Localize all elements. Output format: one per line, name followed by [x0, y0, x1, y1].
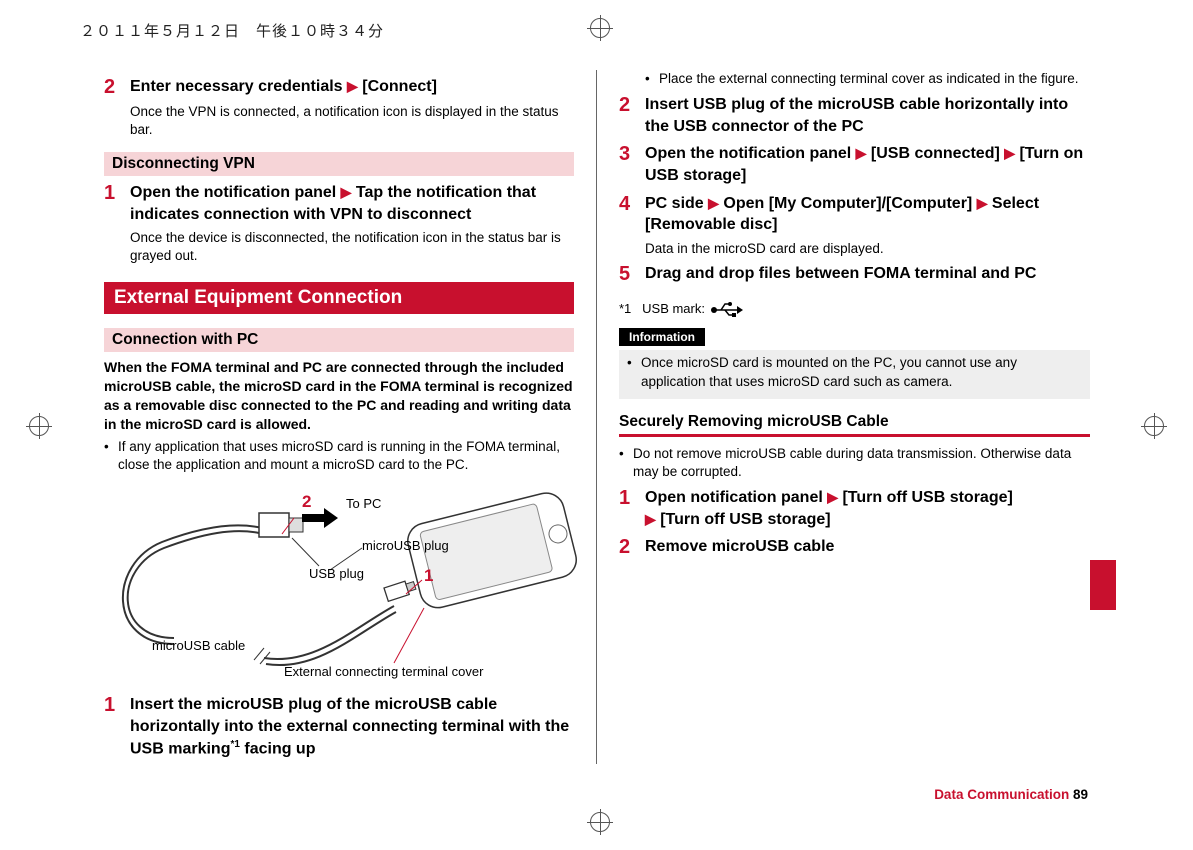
step-text: PC side	[645, 195, 708, 212]
bullet-icon: •	[627, 354, 641, 390]
crop-mark-right-icon	[1144, 416, 1164, 436]
step-text: Enter necessary credentials	[130, 78, 347, 95]
external-equipment-heading: External Equipment Connection	[104, 282, 574, 314]
step-text: [Connect]	[358, 78, 437, 95]
step-number: 1	[104, 694, 130, 759]
connection-step1: 1 Insert the microUSB plug of the microU…	[104, 694, 574, 759]
figure-label-usb-plug: USB plug	[309, 566, 364, 581]
footnote-text: USB mark:	[642, 301, 705, 316]
step-text: Open [My Computer]/[Computer]	[719, 195, 977, 212]
step-number: 3	[619, 143, 645, 186]
information-badge: Information	[619, 328, 705, 346]
crop-mark-left-icon	[29, 416, 49, 436]
triangle-icon: ▶	[341, 184, 352, 200]
step-text: Insert the microUSB plug of the microUSB…	[130, 696, 569, 757]
secure-remove-note: • Do not remove microUSB cable during da…	[619, 445, 1090, 481]
step-number: 5	[619, 263, 645, 286]
connection-step4: 4 PC side ▶ Open [My Computer]/[Computer…	[619, 193, 1090, 236]
figure-marker-1: 1	[424, 566, 433, 586]
step-description: Once the VPN is connected, a notificatio…	[130, 103, 574, 138]
step-text: Open notification panel	[645, 489, 827, 506]
figure-label-to-pc: To PC	[346, 496, 381, 511]
connection-step5: 5 Drag and drop files between FOMA termi…	[619, 263, 1090, 286]
right-column: • Place the external connecting terminal…	[597, 70, 1112, 764]
usb-mark-footnote: *1 USB mark:	[619, 300, 1090, 316]
crop-mark-bottom-icon	[590, 812, 610, 832]
connection-step2: 2 Insert USB plug of the microUSB cable …	[619, 94, 1090, 137]
triangle-icon: ▶	[827, 489, 838, 505]
secure-step1: 1 Open notification panel ▶ [Turn off US…	[619, 487, 1090, 530]
step-number: 2	[619, 94, 645, 137]
step-text: [Turn off USB storage]	[838, 489, 1013, 506]
bullet-text: If any application that uses microSD car…	[118, 438, 574, 474]
vpn-disconnect-step1: 1 Open the notification panel ▶ Tap the …	[104, 182, 574, 225]
triangle-icon: ▶	[708, 195, 719, 211]
connection-note: • If any application that uses microSD c…	[104, 438, 574, 474]
triangle-icon: ▶	[347, 78, 358, 94]
bullet-text: Do not remove microUSB cable during data…	[633, 445, 1090, 481]
figure-marker-2: 2	[302, 492, 311, 512]
step-number: 1	[619, 487, 645, 530]
usb-connection-figure: 2 To PC microUSB plug USB plug 1 microUS…	[104, 488, 574, 688]
step-number: 2	[104, 76, 130, 99]
step-number: 1	[104, 182, 130, 225]
page-content: 2 Enter necessary credentials ▶ [Connect…	[82, 70, 1112, 790]
step-text: [USB connected]	[866, 145, 1004, 162]
connection-intro: When the FOMA terminal and PC are connec…	[104, 358, 574, 434]
triangle-icon: ▶	[856, 145, 867, 161]
triangle-icon: ▶	[645, 511, 656, 527]
figure-label-microusb-cable: microUSB cable	[152, 638, 245, 653]
step-number: 2	[619, 536, 645, 559]
bullet-icon: •	[104, 438, 118, 474]
page-footer: Data Communication 89	[934, 787, 1088, 802]
secure-step2: 2 Remove microUSB cable	[619, 536, 1090, 559]
usb-connection-svg	[104, 488, 574, 688]
chapter-name: Data Communication	[934, 787, 1069, 802]
step-text: Insert USB plug of the microUSB cable ho…	[645, 94, 1090, 137]
footnote-marker: *1	[619, 301, 631, 316]
page-number: 89	[1073, 787, 1088, 802]
step-text: Open the notification panel	[130, 184, 341, 201]
step-text: facing up	[240, 740, 316, 757]
step-text: [Turn off USB storage]	[656, 511, 831, 528]
connection-with-pc-heading: Connection with PC	[104, 328, 574, 352]
step-description: Data in the microSD card are displayed.	[645, 240, 1090, 258]
triangle-icon: ▶	[1004, 145, 1015, 161]
bullet-icon: •	[645, 70, 659, 88]
disconnecting-vpn-heading: Disconnecting VPN	[104, 152, 574, 176]
step-text: Open the notification panel	[645, 145, 856, 162]
build-timestamp: ２０１１年５月１２日 午後１０時３４分	[80, 20, 384, 41]
step-number: 4	[619, 193, 645, 236]
step-text: Remove microUSB cable	[645, 536, 1090, 559]
figure-label-ext-cover: External connecting terminal cover	[284, 664, 483, 679]
figure-label-microusb-plug: microUSB plug	[362, 538, 449, 553]
connection-step1-bullet: • Place the external connecting terminal…	[645, 70, 1090, 88]
connection-step3: 3 Open the notification panel ▶ [USB con…	[619, 143, 1090, 186]
bullet-icon: •	[619, 445, 633, 481]
info-text: Once microSD card is mounted on the PC, …	[641, 354, 1082, 390]
left-column: 2 Enter necessary credentials ▶ [Connect…	[82, 70, 597, 764]
bullet-text: Place the external connecting terminal c…	[659, 70, 1079, 88]
securely-removing-heading: Securely Removing microUSB Cable	[619, 413, 1090, 437]
usb-mark-icon	[709, 300, 743, 316]
step-description: Once the device is disconnected, the not…	[130, 229, 574, 264]
step-text: Drag and drop files between FOMA termina…	[645, 263, 1090, 286]
vpn-connect-step2: 2 Enter necessary credentials ▶ [Connect…	[104, 76, 574, 99]
information-block: Information • Once microSD card is mount…	[619, 328, 1090, 398]
triangle-icon: ▶	[977, 195, 988, 211]
footnote-ref: *1	[230, 739, 239, 750]
crop-mark-top-icon	[590, 18, 610, 38]
